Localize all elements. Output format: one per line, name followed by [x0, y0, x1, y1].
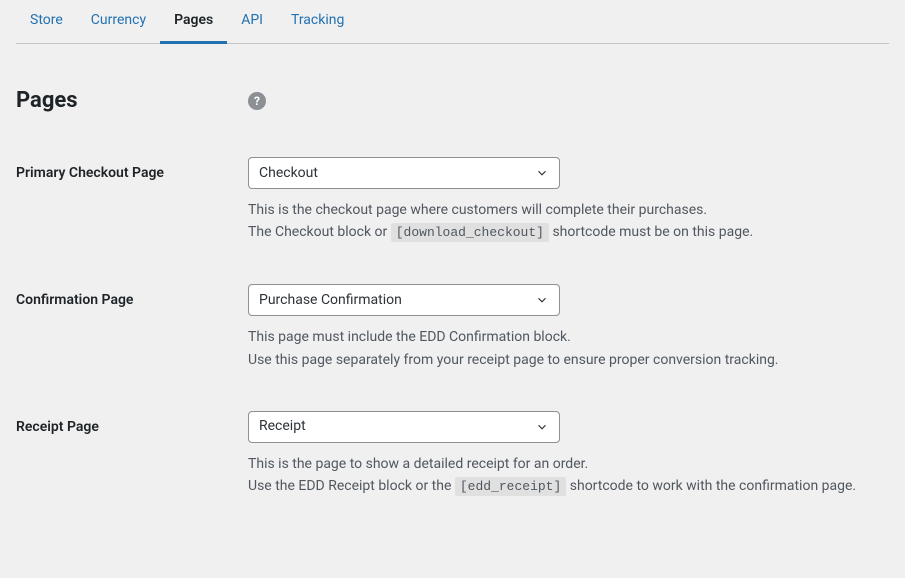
settings-tabs: Store Currency Pages API Tracking — [16, 0, 889, 44]
shortcode: [edd_receipt] — [455, 477, 566, 496]
field-description: This is the page to show a detailed rece… — [248, 453, 889, 498]
help-icon[interactable]: ? — [248, 92, 266, 110]
select-value: Checkout — [259, 163, 318, 184]
confirmation-page-select[interactable]: Purchase Confirmation — [248, 284, 560, 316]
field-label: Primary Checkout Page — [16, 157, 248, 184]
tab-store[interactable]: Store — [16, 0, 77, 44]
tab-pages[interactable]: Pages — [160, 0, 227, 44]
field-description: This page must include the EDD Confirmat… — [248, 326, 889, 371]
shortcode: [download_checkout] — [391, 223, 549, 242]
field-label: Receipt Page — [16, 411, 248, 438]
field-description: This is the checkout page where customer… — [248, 199, 889, 244]
tab-tracking[interactable]: Tracking — [277, 0, 358, 44]
field-label: Confirmation Page — [16, 284, 248, 311]
tab-api[interactable]: API — [227, 0, 277, 44]
chevron-down-icon — [535, 293, 549, 307]
page-title: Pages — [16, 84, 248, 117]
field-confirmation: Confirmation Page Purchase Confirmation … — [16, 284, 889, 371]
chevron-down-icon — [535, 420, 549, 434]
select-value: Receipt — [259, 416, 306, 437]
field-receipt: Receipt Page Receipt This is the page to… — [16, 411, 889, 498]
tab-currency[interactable]: Currency — [77, 0, 160, 44]
receipt-page-select[interactable]: Receipt — [248, 411, 560, 443]
select-value: Purchase Confirmation — [259, 290, 402, 311]
checkout-page-select[interactable]: Checkout — [248, 157, 560, 189]
chevron-down-icon — [535, 166, 549, 180]
field-primary-checkout: Primary Checkout Page Checkout This is t… — [16, 157, 889, 244]
